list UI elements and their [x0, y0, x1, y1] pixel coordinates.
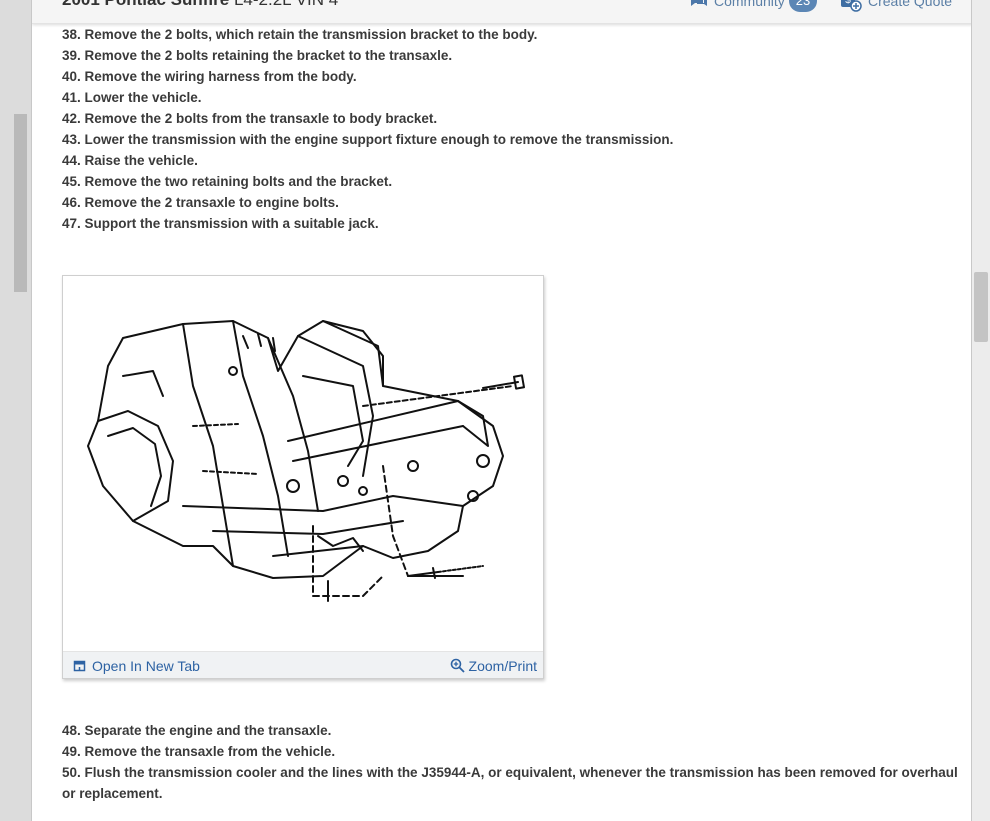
svg-text:$: $: [845, 0, 851, 6]
step-item: 43. Lower the transmission with the engi…: [62, 132, 674, 147]
step-item: 45. Remove the two retaining bolts and t…: [62, 174, 393, 189]
zoom-print-link[interactable]: Zoom/Print: [450, 658, 537, 674]
community-count-badge: 23: [788, 0, 818, 12]
document-panel: 2001 Pontiac Sunfire L4-2.2L VIN 4 Commu…: [31, 0, 972, 821]
vehicle-engine: L4-2.2L VIN 4: [234, 0, 338, 9]
steps-list-top: 38. Remove the 2 bolts, which retain the…: [62, 24, 962, 234]
step-item: 41. Lower the vehicle.: [62, 90, 202, 105]
zoom-in-icon: [450, 658, 465, 673]
step-item: 44. Raise the vehicle.: [62, 153, 198, 168]
quote-document-icon: $: [841, 0, 862, 12]
create-quote-label: Create Quote: [868, 0, 953, 9]
step-item: 46. Remove the 2 transaxle to engine bol…: [62, 195, 339, 210]
chat-bubble-icon: [691, 0, 707, 6]
left-scrollbar-thumb[interactable]: [14, 114, 27, 292]
community-button[interactable]: Community 23: [690, 0, 818, 12]
vehicle-name: 2001 Pontiac Sunfire: [62, 0, 229, 9]
step-item: 49. Remove the transaxle from the vehicl…: [62, 744, 336, 759]
community-label: Community: [714, 0, 785, 9]
open-in-new-tab-label: Open In New Tab: [92, 658, 200, 674]
open-external-icon: [73, 660, 86, 672]
vehicle-header: 2001 Pontiac Sunfire L4-2.2L VIN 4 Commu…: [32, 0, 971, 24]
step-item: 40. Remove the wiring harness from the b…: [62, 69, 357, 84]
step-item: 42. Remove the 2 bolts from the transaxl…: [62, 111, 438, 126]
step-item: 50. Flush the transmission cooler and th…: [62, 765, 958, 801]
step-item: 38. Remove the 2 bolts, which retain the…: [62, 27, 538, 42]
transaxle-diagram: [87, 320, 525, 602]
create-quote-button[interactable]: $ Create Quote: [840, 0, 952, 12]
step-item: 47. Support the transmission with a suit…: [62, 216, 379, 231]
zoom-print-label: Zoom/Print: [468, 658, 537, 674]
transaxle-figure: Open In New Tab Zoom/Print: [62, 275, 544, 679]
vehicle-title: 2001 Pontiac Sunfire L4-2.2L VIN 4: [62, 0, 338, 10]
open-in-new-tab-link[interactable]: Open In New Tab: [73, 658, 200, 674]
right-scrollbar-track[interactable]: [972, 0, 990, 821]
steps-list-bottom: 48. Separate the engine and the transaxl…: [62, 720, 962, 804]
step-item: 39. Remove the 2 bolts retaining the bra…: [62, 48, 453, 63]
right-scrollbar-thumb[interactable]: [974, 272, 988, 342]
figure-toolbar: Open In New Tab Zoom/Print: [63, 651, 543, 678]
step-item: 48. Separate the engine and the transaxl…: [62, 723, 332, 738]
